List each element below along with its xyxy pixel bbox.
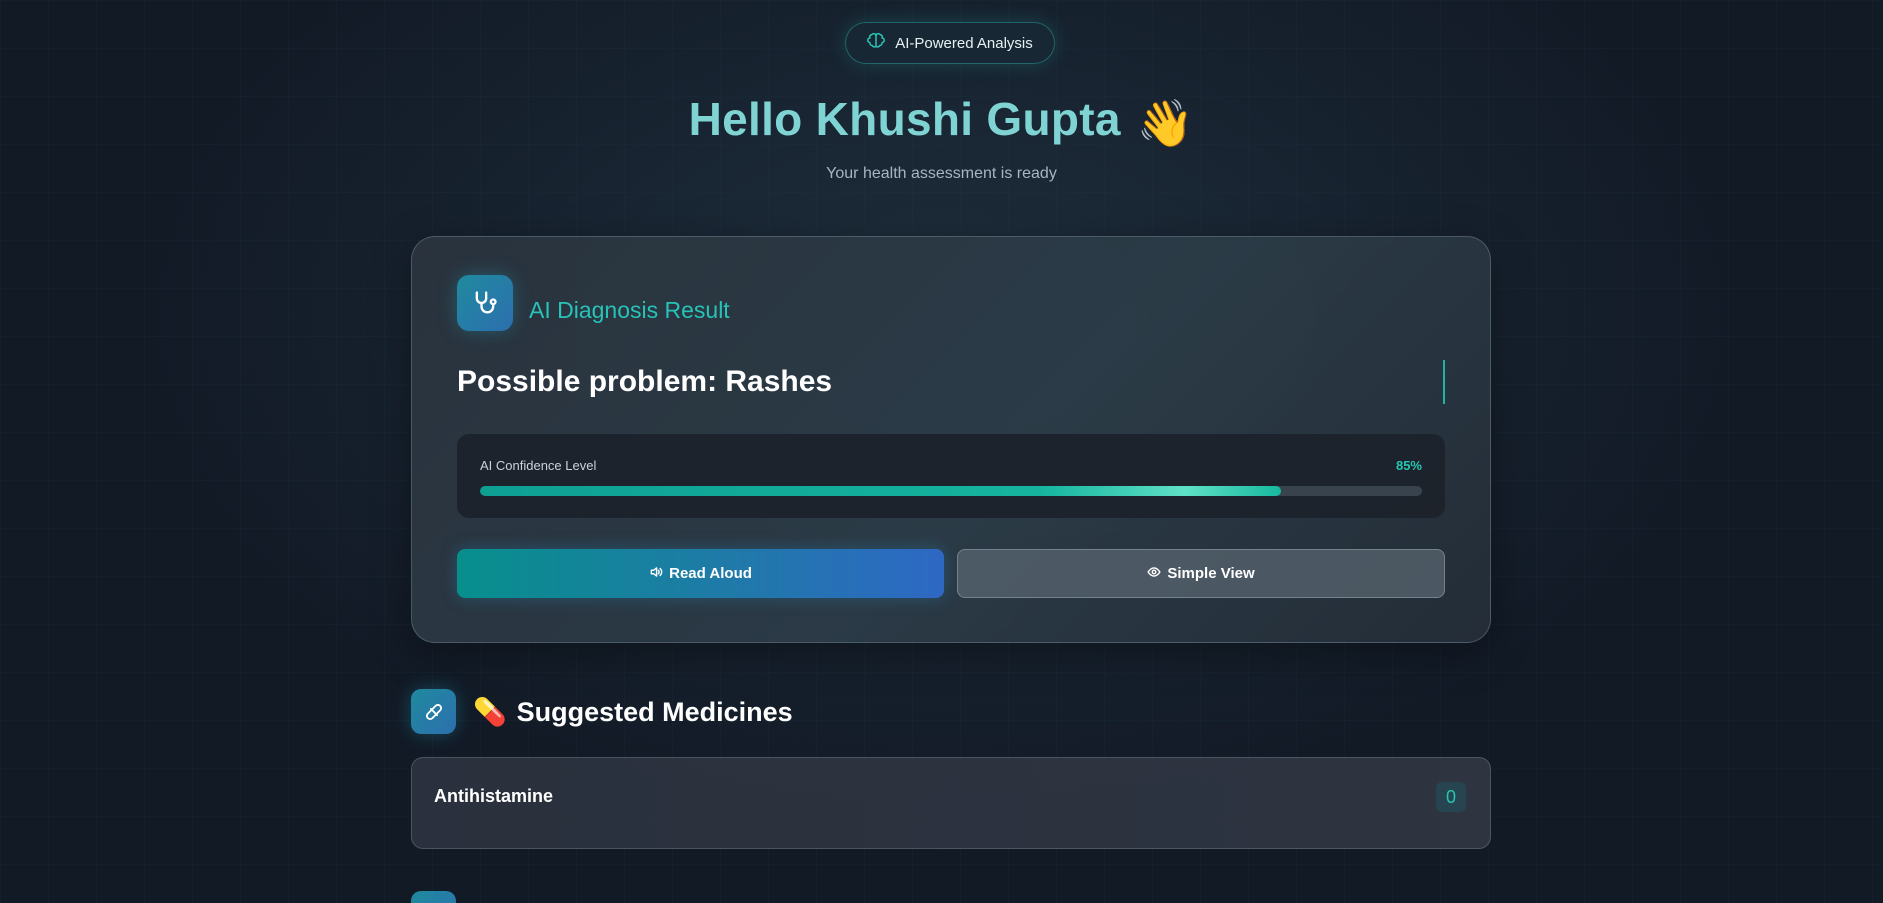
diagnosis-title: AI Diagnosis Result	[529, 297, 730, 323]
diagnosis-card: AI Diagnosis Result Possible problem: Ra…	[411, 236, 1491, 643]
simple-view-label: Simple View	[1167, 565, 1255, 582]
waving-hand-icon: 👋	[1136, 97, 1195, 149]
read-aloud-label: Read Aloud	[669, 565, 752, 582]
next-section-icon	[411, 891, 456, 903]
confidence-percent: 85%	[1395, 458, 1422, 473]
read-aloud-button[interactable]: Read Aloud	[457, 549, 944, 598]
capsule-emoji-icon: 💊	[473, 697, 507, 727]
medicines-section-title: 💊 Suggested Medicines	[473, 696, 793, 728]
greeting-subtitle: Your health assessment is ready	[826, 165, 1057, 182]
brain-icon	[867, 32, 886, 54]
greeting-text: Hello Khushi Gupta	[688, 93, 1121, 145]
medicine-item[interactable]: Antihistamine 0	[411, 757, 1491, 849]
text-cursor	[1443, 360, 1445, 404]
greeting-title: Hello Khushi Gupta 👋	[0, 92, 1883, 151]
possible-problem: Possible problem: Rashes	[457, 365, 833, 398]
confidence-bar-track	[480, 486, 1422, 496]
stethoscope-icon	[457, 275, 513, 331]
speaker-icon	[649, 565, 663, 583]
confidence-panel: AI Confidence Level 85%	[457, 434, 1445, 518]
health-assessment-page: AI-Powered Analysis Hello Khushi Gupta 👋 …	[0, 0, 1883, 903]
badge-label: AI-Powered Analysis	[895, 34, 1033, 52]
eye-icon	[1147, 565, 1161, 583]
medicines-title-text: Suggested Medicines	[516, 696, 793, 727]
medicine-name: Antihistamine	[434, 786, 554, 806]
pill-icon	[411, 689, 456, 734]
simple-view-button[interactable]: Simple View	[957, 549, 1445, 598]
confidence-label: AI Confidence Level	[480, 458, 597, 473]
confidence-bar-fill	[480, 486, 1281, 496]
medicine-count-badge: 0	[1436, 782, 1466, 812]
ai-powered-badge: AI-Powered Analysis	[845, 22, 1055, 64]
